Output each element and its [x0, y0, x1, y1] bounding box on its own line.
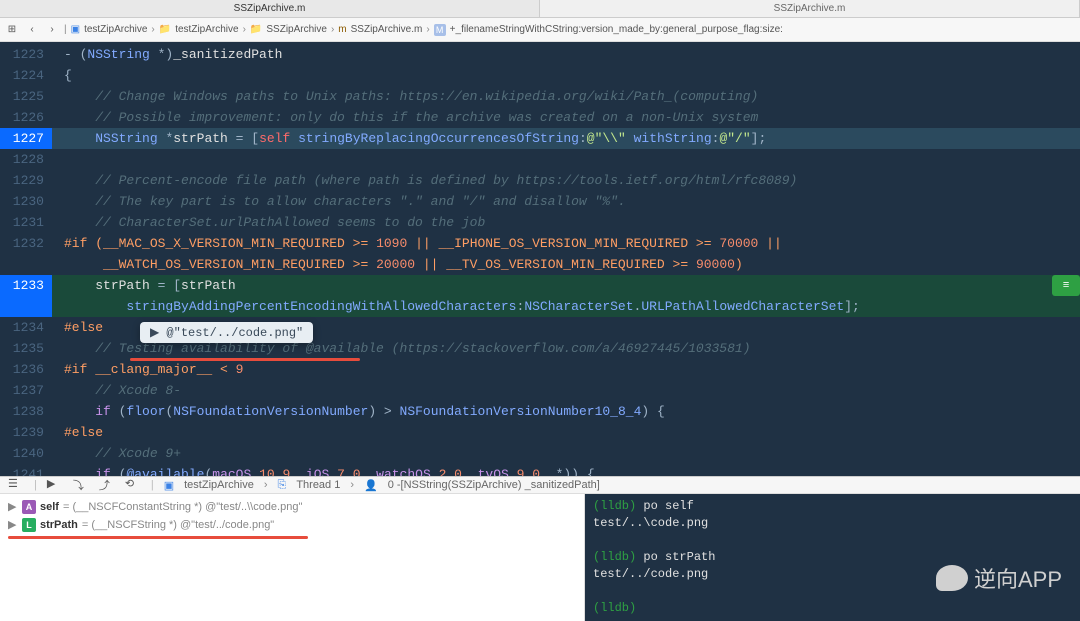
- code-line[interactable]: #if __clang_major__ < 9: [52, 359, 1080, 380]
- dbg-bc-item[interactable]: 0 -[NSString(SSZipArchive) _sanitizedPat…: [388, 479, 600, 491]
- var-detail: = (__NSCFConstantString *) @"test/..\\co…: [63, 498, 302, 516]
- code-line[interactable]: __WATCH_OS_VERSION_MIN_REQUIRED >= 20000…: [52, 254, 1080, 275]
- code-line[interactable]: [52, 149, 1080, 170]
- code-line[interactable]: strPath = [strPath: [52, 275, 1080, 296]
- value-tooltip: ▶ @"test/../code.png": [140, 322, 313, 343]
- var-name: strPath: [40, 516, 78, 534]
- code-line[interactable]: // Change Windows paths to Unix paths: h…: [52, 86, 1080, 107]
- nav-prev-icon[interactable]: ‹: [24, 22, 40, 38]
- code-line[interactable]: // Xcode 9+: [52, 443, 1080, 464]
- code-line[interactable]: - (NSString *)_sanitizedPath: [52, 44, 1080, 65]
- tab-left[interactable]: SSZipArchive.m: [0, 0, 540, 17]
- console-line: (lldb) po self: [593, 498, 1072, 515]
- variable-row[interactable]: ▶LstrPath = (__NSCFString *) @"test/../c…: [8, 516, 576, 534]
- code-line[interactable]: // The key part is to allow characters "…: [52, 191, 1080, 212]
- grid-icon[interactable]: ⊞: [4, 22, 20, 38]
- variables-pane[interactable]: ▶Aself = (__NSCFConstantString *) @"test…: [0, 494, 584, 621]
- console-line: [593, 583, 1072, 600]
- code-line[interactable]: NSString *strPath = [self stringByReplac…: [52, 128, 1080, 149]
- chevron-icon: ›: [151, 24, 154, 35]
- bc-method[interactable]: +_filenameStringWithCString:version_made…: [450, 24, 783, 35]
- toggle-icon[interactable]: ☰: [8, 477, 24, 493]
- code-line[interactable]: {: [52, 65, 1080, 86]
- var-badge: A: [22, 500, 36, 514]
- nav-next-icon[interactable]: ›: [44, 22, 60, 38]
- bc-item[interactable]: SSZipArchive.m: [351, 24, 423, 35]
- bc-item[interactable]: testZipArchive: [175, 24, 238, 35]
- code-line[interactable]: // Percent-encode file path (where path …: [52, 170, 1080, 191]
- code-line[interactable]: if (floor(NSFoundationVersionNumber) > N…: [52, 401, 1080, 422]
- annotation-underline: [8, 536, 308, 539]
- code-line[interactable]: #if (__MAC_OS_X_VERSION_MIN_REQUIRED >= …: [52, 233, 1080, 254]
- code-line[interactable]: // Possible improvement: only do this if…: [52, 107, 1080, 128]
- lldb-console[interactable]: (lldb) po selftest/..\code.png (lldb) po …: [584, 494, 1080, 621]
- tab-right[interactable]: SSZipArchive.m: [540, 0, 1080, 17]
- code-line[interactable]: stringByAddingPercentEncodingWithAllowed…: [52, 296, 1080, 317]
- folder-icon: 📁: [159, 24, 171, 35]
- console-line: [593, 532, 1072, 549]
- file-icon: m: [338, 24, 346, 35]
- variable-row[interactable]: ▶Aself = (__NSCFConstantString *) @"test…: [8, 498, 576, 516]
- debug-toolbar: ☰ | ▶ ⤵ ⤴ ⟲ | ▣ testZipArchive › ⎘ Threa…: [0, 477, 1080, 494]
- step-over-icon[interactable]: ⤵: [73, 477, 89, 493]
- process-icon: ▣: [164, 479, 174, 492]
- var-detail: = (__NSCFString *) @"test/../code.png": [82, 516, 274, 534]
- console-line: (lldb): [593, 600, 1072, 617]
- divider: |: [64, 24, 67, 35]
- jump-bar: ⊞ ‹ › | ▣ testZipArchive › 📁 testZipArch…: [0, 18, 1080, 42]
- tab-bar: SSZipArchive.m SSZipArchive.m: [0, 0, 1080, 18]
- chevron-icon: ›: [331, 24, 334, 35]
- frame-icon: 👤: [364, 479, 378, 492]
- code-line[interactable]: #else: [52, 422, 1080, 443]
- bc-item[interactable]: SSZipArchive: [266, 24, 327, 35]
- continue-icon[interactable]: ▶: [47, 477, 63, 493]
- var-badge: L: [22, 518, 36, 532]
- debug-area: ☰ | ▶ ⤵ ⤴ ⟲ | ▣ testZipArchive › ⎘ Threa…: [0, 476, 1080, 612]
- console-line: test/..\code.png: [593, 515, 1072, 532]
- bc-item[interactable]: testZipArchive: [84, 24, 147, 35]
- step-out-icon[interactable]: ⟲: [125, 477, 141, 493]
- code-line[interactable]: // Xcode 8-: [52, 380, 1080, 401]
- chevron-icon: ›: [243, 24, 246, 35]
- code-area[interactable]: - (NSString *)_sanitizedPath{ // Change …: [52, 42, 1080, 476]
- code-editor[interactable]: 1223122412251226122712281229123012311232…: [0, 42, 1080, 476]
- dbg-bc-item[interactable]: testZipArchive: [184, 479, 254, 491]
- dbg-bc-item[interactable]: Thread 1: [296, 479, 340, 491]
- line-gutter: 1223122412251226122712281229123012311232…: [0, 42, 52, 476]
- folder-icon: 📁: [250, 24, 262, 35]
- method-icon: M: [434, 24, 446, 36]
- execution-marker: ≡: [1052, 275, 1080, 296]
- var-name: self: [40, 498, 59, 516]
- thread-icon: ⎘: [278, 479, 287, 492]
- code-line[interactable]: if (@available(macOS 10.9, iOS 7.0, watc…: [52, 464, 1080, 476]
- chevron-icon: ›: [426, 24, 429, 35]
- code-line[interactable]: // CharacterSet.urlPathAllowed seems to …: [52, 212, 1080, 233]
- console-line: (lldb) po strPath: [593, 549, 1072, 566]
- project-icon: ▣: [71, 24, 80, 35]
- step-in-icon[interactable]: ⤴: [99, 477, 115, 493]
- console-line: test/../code.png: [593, 566, 1072, 583]
